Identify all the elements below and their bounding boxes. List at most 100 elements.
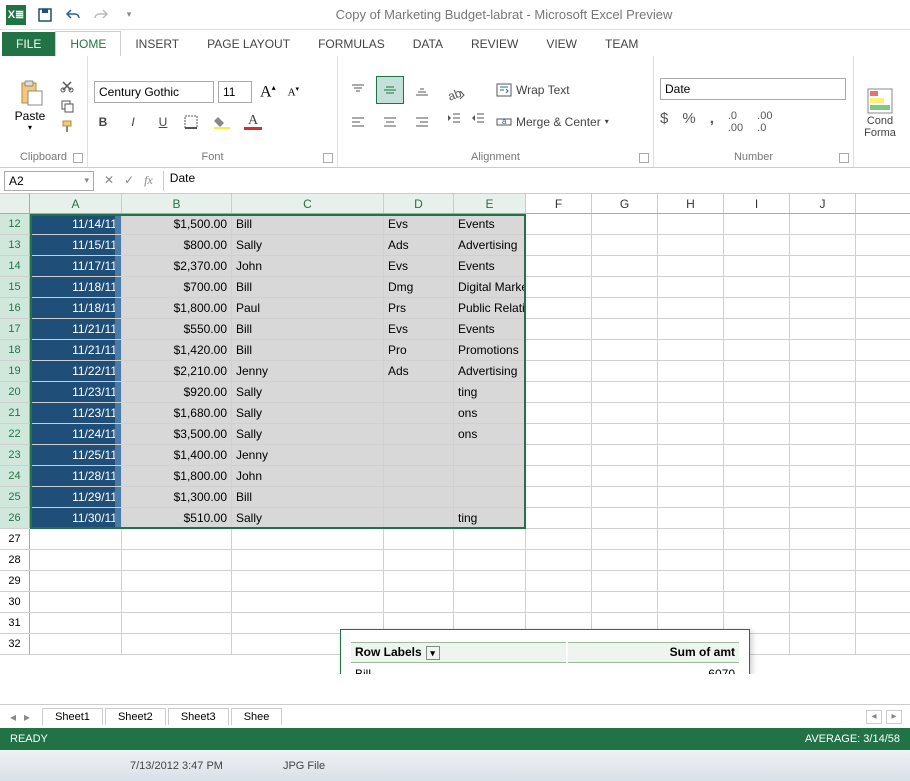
cell[interactable]: 11/17/11 xyxy=(30,256,122,276)
column-header-B[interactable]: B xyxy=(122,194,232,213)
underline-button[interactable]: U xyxy=(154,115,172,129)
table-row[interactable]: 2311/25/11$1,400.00Jenny xyxy=(0,445,910,466)
cell[interactable] xyxy=(592,298,658,318)
cell[interactable] xyxy=(592,592,658,612)
row-header[interactable]: 19 xyxy=(0,361,30,381)
column-header-G[interactable]: G xyxy=(592,194,658,213)
cell[interactable] xyxy=(790,571,856,591)
row-header[interactable]: 15 xyxy=(0,277,30,297)
cell[interactable] xyxy=(724,550,790,570)
cell[interactable] xyxy=(724,424,790,444)
cell[interactable] xyxy=(384,424,454,444)
spreadsheet-grid[interactable]: ABCDEFGHIJ 1211/14/11$1,500.00BillEvsEve… xyxy=(0,194,910,674)
cell[interactable] xyxy=(384,508,454,528)
cell[interactable]: $1,500.00 xyxy=(122,214,232,234)
row-header[interactable]: 29 xyxy=(0,571,30,591)
cell[interactable] xyxy=(724,529,790,549)
cell[interactable] xyxy=(592,319,658,339)
cell[interactable] xyxy=(454,592,526,612)
cell[interactable] xyxy=(790,424,856,444)
cell[interactable] xyxy=(658,403,724,423)
decrease-font-button[interactable]: A▾ xyxy=(284,85,303,99)
cell[interactable]: 11/23/11 xyxy=(30,382,122,402)
cell[interactable] xyxy=(232,529,384,549)
cell[interactable]: Advertising xyxy=(454,235,526,255)
cell[interactable] xyxy=(790,214,856,234)
cell[interactable] xyxy=(724,487,790,507)
column-header-F[interactable]: F xyxy=(526,194,592,213)
cell[interactable] xyxy=(454,571,526,591)
italic-button[interactable]: I xyxy=(124,115,142,129)
row-header[interactable]: 32 xyxy=(0,634,30,654)
sheet-tab-sheet3[interactable]: Sheet3 xyxy=(168,708,229,725)
cell[interactable]: Sally xyxy=(232,235,384,255)
cell[interactable]: Sally xyxy=(232,508,384,528)
row-header[interactable]: 30 xyxy=(0,592,30,612)
cell[interactable] xyxy=(790,487,856,507)
cell[interactable] xyxy=(526,403,592,423)
cell[interactable] xyxy=(724,214,790,234)
cell[interactable] xyxy=(526,340,592,360)
cell[interactable] xyxy=(790,256,856,276)
column-header-C[interactable]: C xyxy=(232,194,384,213)
cell[interactable] xyxy=(790,361,856,381)
tab-data[interactable]: DATA xyxy=(399,32,457,56)
cell[interactable]: Promotions xyxy=(454,340,526,360)
cell[interactable] xyxy=(724,361,790,381)
table-row[interactable]: 2511/29/11$1,300.00Bill xyxy=(0,487,910,508)
cell[interactable]: 11/30/11 xyxy=(30,508,122,528)
cell[interactable]: 11/29/11 xyxy=(30,487,122,507)
cell[interactable]: 11/15/11 xyxy=(30,235,122,255)
cell[interactable]: ting xyxy=(454,382,526,402)
format-painter-button[interactable] xyxy=(58,118,76,134)
cell[interactable] xyxy=(526,298,592,318)
cell[interactable] xyxy=(526,361,592,381)
cell[interactable] xyxy=(30,571,122,591)
merge-center-button[interactable]: aMerge & Center▾ xyxy=(496,115,609,129)
cell[interactable]: $1,400.00 xyxy=(122,445,232,465)
cell[interactable]: John xyxy=(232,466,384,486)
formula-input[interactable]: Date xyxy=(163,171,910,191)
cell[interactable] xyxy=(658,424,724,444)
cell[interactable] xyxy=(122,571,232,591)
row-header[interactable]: 26 xyxy=(0,508,30,528)
tab-page-layout[interactable]: PAGE LAYOUT xyxy=(193,32,304,56)
table-row[interactable]: 1511/18/11$700.00BillDmgDigital Marketin… xyxy=(0,277,910,298)
cell[interactable]: 11/14/11 xyxy=(30,214,122,234)
cell[interactable] xyxy=(724,592,790,612)
cell[interactable] xyxy=(592,256,658,276)
cell[interactable] xyxy=(790,382,856,402)
table-row[interactable]: 1911/22/11$2,210.00JennyAdsAdvertising xyxy=(0,361,910,382)
column-header-J[interactable]: J xyxy=(790,194,856,213)
cell[interactable] xyxy=(592,466,658,486)
cell[interactable] xyxy=(658,235,724,255)
cell[interactable]: Bill xyxy=(232,487,384,507)
tab-formulas[interactable]: FORMULAS xyxy=(304,32,399,56)
cell[interactable] xyxy=(384,529,454,549)
cell[interactable] xyxy=(30,592,122,612)
cell[interactable]: 11/24/11 xyxy=(30,424,122,444)
cell[interactable] xyxy=(724,235,790,255)
cell[interactable] xyxy=(592,403,658,423)
cell[interactable] xyxy=(658,382,724,402)
row-header[interactable]: 24 xyxy=(0,466,30,486)
increase-decimal-button[interactable]: .0.00 xyxy=(728,110,743,134)
cell[interactable]: 11/21/11 xyxy=(30,319,122,339)
cell[interactable]: 11/22/11 xyxy=(30,361,122,381)
table-row[interactable]: 1711/21/11$550.00BillEvsEvents xyxy=(0,319,910,340)
cell[interactable] xyxy=(454,550,526,570)
number-launcher[interactable] xyxy=(839,153,849,163)
row-header[interactable]: 28 xyxy=(0,550,30,570)
table-row[interactable]: 1411/17/11$2,370.00JohnEvsEvents xyxy=(0,256,910,277)
clipboard-launcher[interactable] xyxy=(73,153,83,163)
cell[interactable] xyxy=(790,277,856,297)
cell[interactable] xyxy=(658,508,724,528)
cell[interactable]: 11/28/11 xyxy=(30,466,122,486)
table-row[interactable]: 2411/28/11$1,800.00John xyxy=(0,466,910,487)
sheet-tab-sheet2[interactable]: Sheet2 xyxy=(105,708,166,725)
sheet-tab-sheet1[interactable]: Sheet1 xyxy=(42,708,103,725)
cell[interactable]: Jenny xyxy=(232,361,384,381)
hscroll-right[interactable]: ▸ xyxy=(886,710,902,724)
table-row[interactable]: 2211/24/11$3,500.00Sallyons xyxy=(0,424,910,445)
cell[interactable] xyxy=(30,550,122,570)
